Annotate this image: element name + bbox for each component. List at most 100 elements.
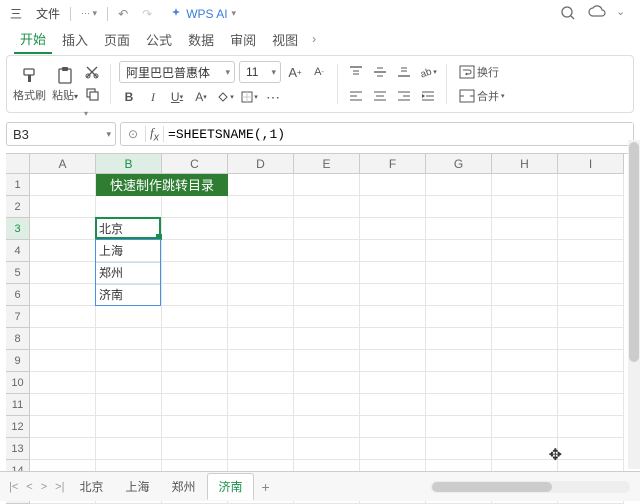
- cell[interactable]: [492, 284, 558, 306]
- cell[interactable]: [30, 196, 96, 218]
- cell[interactable]: [30, 416, 96, 438]
- cell[interactable]: [228, 438, 294, 460]
- cell[interactable]: [162, 306, 228, 328]
- cell[interactable]: [360, 438, 426, 460]
- col-header[interactable]: G: [426, 154, 492, 174]
- spreadsheet-grid[interactable]: A B C D E F G H I 123456789101112131415 …: [6, 153, 634, 504]
- cell[interactable]: [294, 350, 360, 372]
- cell[interactable]: [426, 328, 492, 350]
- cell[interactable]: [96, 196, 162, 218]
- cell[interactable]: 济南: [96, 284, 162, 306]
- row-header[interactable]: 3: [6, 218, 30, 240]
- cell[interactable]: [558, 438, 624, 460]
- cell[interactable]: [492, 218, 558, 240]
- font-name-select[interactable]: 阿里巴巴普惠体▾: [119, 61, 235, 83]
- file-menu[interactable]: 文件: [32, 3, 64, 24]
- tab-view[interactable]: 视图: [266, 26, 304, 53]
- cell[interactable]: [228, 328, 294, 350]
- row-header[interactable]: 10: [6, 372, 30, 394]
- cell[interactable]: [30, 438, 96, 460]
- cell[interactable]: [360, 416, 426, 438]
- align-middle-icon[interactable]: [370, 62, 390, 82]
- cell[interactable]: [228, 306, 294, 328]
- cell[interactable]: [558, 240, 624, 262]
- cell[interactable]: [558, 350, 624, 372]
- row-header[interactable]: 6: [6, 284, 30, 306]
- cell[interactable]: [30, 394, 96, 416]
- icon-dropdown[interactable]: ⋯ ▾: [77, 6, 101, 21]
- cell[interactable]: [228, 262, 294, 284]
- chevron-down-icon[interactable]: ⌄: [616, 5, 634, 23]
- cell[interactable]: [228, 174, 294, 196]
- sheet-nav-first-icon[interactable]: |<: [6, 481, 21, 493]
- cell[interactable]: [294, 416, 360, 438]
- cell[interactable]: [492, 416, 558, 438]
- cell[interactable]: [294, 262, 360, 284]
- cell[interactable]: [162, 350, 228, 372]
- cell[interactable]: [426, 372, 492, 394]
- col-header[interactable]: A: [30, 154, 96, 174]
- cell[interactable]: [492, 350, 558, 372]
- cell[interactable]: [30, 328, 96, 350]
- cell[interactable]: [162, 284, 228, 306]
- wrap-text-button[interactable]: 换行: [455, 62, 509, 82]
- cell[interactable]: [426, 196, 492, 218]
- sheet-tab[interactable]: 济南: [207, 473, 253, 500]
- select-all-corner[interactable]: [6, 154, 30, 174]
- cut-icon[interactable]: [84, 64, 102, 82]
- cell[interactable]: [558, 284, 624, 306]
- cell[interactable]: [426, 306, 492, 328]
- redo-icon[interactable]: ↷: [138, 5, 156, 23]
- cell[interactable]: [294, 284, 360, 306]
- formula-input[interactable]: [164, 123, 633, 145]
- cell[interactable]: [294, 438, 360, 460]
- undo-icon[interactable]: ↶: [114, 5, 132, 23]
- cell[interactable]: [30, 306, 96, 328]
- col-header[interactable]: I: [558, 154, 624, 174]
- cell[interactable]: [228, 196, 294, 218]
- more-tabs-icon[interactable]: ›: [308, 32, 320, 46]
- cell[interactable]: [426, 394, 492, 416]
- cell[interactable]: [162, 196, 228, 218]
- underline-icon[interactable]: U▾: [167, 87, 187, 107]
- cell[interactable]: [360, 262, 426, 284]
- wps-ai-button[interactable]: WPS AI ▾: [170, 7, 236, 21]
- search-icon[interactable]: [560, 5, 578, 23]
- cell[interactable]: [360, 218, 426, 240]
- cell[interactable]: [360, 328, 426, 350]
- align-top-icon[interactable]: [346, 62, 366, 82]
- cell[interactable]: [294, 328, 360, 350]
- cell[interactable]: [96, 394, 162, 416]
- align-right-icon[interactable]: [394, 86, 414, 106]
- decrease-font-icon[interactable]: A-: [309, 62, 329, 82]
- align-left-icon[interactable]: [346, 86, 366, 106]
- sheet-nav-last-icon[interactable]: >|: [52, 481, 67, 493]
- cell[interactable]: [294, 174, 360, 196]
- add-sheet-button[interactable]: +: [256, 477, 276, 497]
- italic-icon[interactable]: I: [143, 87, 163, 107]
- row-header[interactable]: 7: [6, 306, 30, 328]
- col-header[interactable]: E: [294, 154, 360, 174]
- cell[interactable]: [96, 372, 162, 394]
- name-box[interactable]: B3▾: [6, 122, 116, 146]
- cell[interactable]: [426, 218, 492, 240]
- align-bottom-icon[interactable]: [394, 62, 414, 82]
- cell[interactable]: [228, 218, 294, 240]
- cell[interactable]: [96, 350, 162, 372]
- format-painter-button[interactable]: 格式刷: [13, 66, 46, 103]
- cell[interactable]: [294, 394, 360, 416]
- cell[interactable]: [30, 174, 96, 196]
- cell[interactable]: [96, 306, 162, 328]
- sheet-tab[interactable]: 郑州: [161, 474, 205, 499]
- cell[interactable]: [162, 372, 228, 394]
- cell[interactable]: [294, 372, 360, 394]
- cell[interactable]: [162, 328, 228, 350]
- tab-page[interactable]: 页面: [98, 26, 136, 53]
- cell[interactable]: [426, 350, 492, 372]
- col-header[interactable]: B: [96, 154, 162, 174]
- row-header[interactable]: 12: [6, 416, 30, 438]
- merge-cells-button[interactable]: 合并▾: [455, 86, 509, 106]
- copy-icon[interactable]: ▾: [84, 86, 102, 104]
- cell[interactable]: [492, 174, 558, 196]
- paste-button[interactable]: 粘贴▾: [52, 66, 78, 103]
